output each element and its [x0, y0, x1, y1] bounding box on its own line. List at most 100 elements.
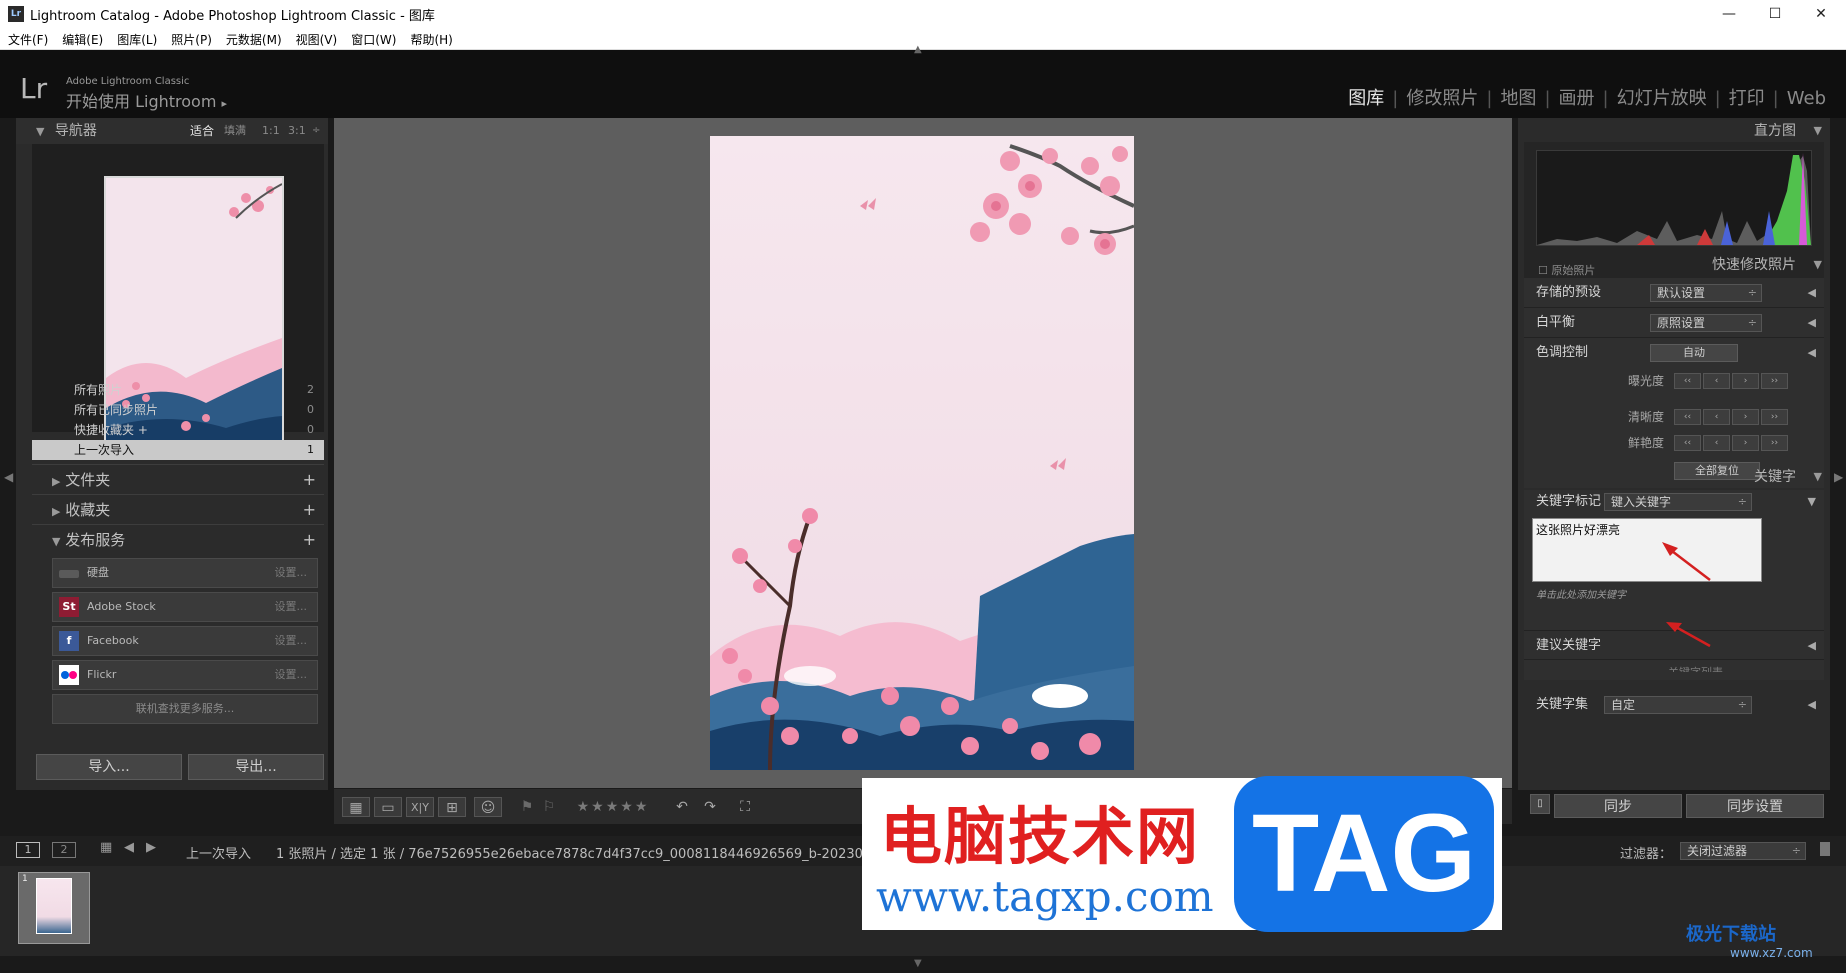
compare-view-icon[interactable]: X|Y — [406, 797, 434, 817]
back-arrow-icon[interactable]: ◀ — [124, 840, 134, 855]
exposure-stepper[interactable]: ‹‹ ‹ › ›› — [1674, 373, 1788, 389]
people-view-icon[interactable]: ☺ — [474, 797, 502, 817]
forward-arrow-icon[interactable]: ▶ — [146, 840, 156, 855]
menu-metadata[interactable]: 元数据(M) — [218, 28, 288, 48]
flag-pick-icon[interactable]: ⚑ — [518, 797, 536, 817]
zoom-1-1[interactable]: 1:1 — [262, 118, 280, 144]
minimize-button[interactable]: — — [1706, 0, 1752, 28]
zoom-fit[interactable]: 适合 — [190, 118, 214, 144]
keyword-set-row: 关键字集 自定 ◀ — [1524, 690, 1824, 720]
collapse-triangle-icon[interactable]: ▼ — [1808, 490, 1816, 514]
loupe-view-icon[interactable]: ▭ — [374, 797, 402, 817]
keyword-tags-mode-dropdown[interactable]: 键入关键字 — [1604, 493, 1752, 511]
module-slideshow[interactable]: 幻灯片放映 — [1609, 88, 1715, 109]
keyword-set-dropdown[interactable]: 自定 — [1604, 696, 1752, 714]
grid-icon[interactable]: ▦ — [100, 840, 112, 855]
menu-edit[interactable]: 编辑(E) — [54, 28, 109, 48]
collapse-top-icon[interactable]: ▲ — [914, 44, 922, 55]
menu-library[interactable]: 图库(L) — [109, 28, 163, 48]
zoom-more-icon[interactable]: ÷ — [312, 118, 320, 144]
module-web[interactable]: Web — [1779, 88, 1834, 109]
publish-facebook[interactable]: f Facebook 设置... — [52, 626, 318, 656]
watermark-url: www.tagxp.com — [876, 872, 1214, 921]
expand-icon[interactable]: ◀ — [1808, 338, 1816, 368]
loupe-view[interactable] — [334, 118, 1512, 788]
module-print[interactable]: 打印 — [1721, 88, 1773, 109]
rotate-right-icon[interactable]: ↷ — [698, 797, 722, 817]
filter-lock-icon[interactable] — [1820, 842, 1830, 856]
flag-reject-icon[interactable]: ⚐ — [540, 797, 558, 817]
survey-view-icon[interactable]: ⊞ — [438, 797, 466, 817]
publish-flickr[interactable]: Flickr 设置... — [52, 660, 318, 690]
left-panel: ▼ 导航器 适合 填满 1:1 3:1 ÷ 所有照片 2 所有已同步照片 0 快捷收… — [16, 118, 328, 790]
catalog-all-photos[interactable]: 所有照片 2 — [32, 380, 324, 400]
maximize-button[interactable]: ☐ — [1752, 0, 1798, 28]
saved-preset-row: 存储的预设 默认设置 ◀ — [1524, 278, 1824, 308]
lightroom-app-icon: Lr — [8, 6, 24, 22]
add-publish-icon[interactable]: + — [303, 525, 316, 555]
saved-preset-dropdown[interactable]: 默认设置 — [1650, 284, 1762, 302]
menu-help[interactable]: 帮助(H) — [402, 28, 458, 48]
zoom-fill[interactable]: 填满 — [224, 118, 246, 144]
star-rating[interactable]: ★★★★★ — [570, 797, 656, 817]
page-1-button[interactable]: 1 — [16, 842, 40, 858]
close-button[interactable]: ✕ — [1798, 0, 1844, 28]
module-map[interactable]: 地图 — [1492, 88, 1544, 109]
expand-icon[interactable]: ◀ — [1808, 690, 1816, 720]
sync-settings-button[interactable]: 同步设置 — [1686, 794, 1824, 818]
menu-view[interactable]: 视图(V) — [288, 28, 344, 48]
menu-photo[interactable]: 照片(P) — [163, 28, 218, 48]
keywording-header[interactable]: 关键字 ▼ — [1518, 464, 1830, 490]
import-button[interactable]: 导入... — [36, 754, 182, 780]
add-keyword-hint[interactable]: 单击此处添加关键字 — [1536, 586, 1626, 601]
add-folder-icon[interactable]: + — [303, 465, 316, 495]
expand-icon[interactable]: ◀ — [1808, 308, 1816, 338]
identity-getting-started[interactable]: 开始使用 Lightroom ▸ — [66, 88, 227, 112]
catalog-previous-import[interactable]: 上一次导入 1 — [32, 440, 324, 460]
folders-header[interactable]: ▶ 文件夹 + — [32, 464, 324, 494]
collapse-left-icon[interactable]: ◀ — [4, 470, 13, 484]
publish-adobe-stock[interactable]: St Adobe Stock 设置... — [52, 592, 318, 622]
publish-services-header[interactable]: ▼ 发布服务 + — [32, 524, 324, 554]
publish-hard-drive[interactable]: 硬盘 设置... — [52, 558, 318, 588]
clarity-stepper[interactable]: ‹‹ ‹ › ›› — [1674, 409, 1788, 425]
collapse-bottom-icon[interactable]: ▼ — [914, 958, 922, 969]
cherry-blossom-image — [710, 136, 1135, 771]
expand-icon[interactable]: ◀ — [1808, 278, 1816, 308]
collapse-right-icon[interactable]: ▶ — [1834, 470, 1843, 484]
vibrance-stepper[interactable]: ‹‹ ‹ › ›› — [1674, 435, 1788, 451]
filter-dropdown[interactable]: 关闭过滤器 — [1680, 842, 1806, 860]
filmstrip-source[interactable]: 上一次导入 — [186, 843, 251, 862]
facebook-icon: f — [59, 631, 79, 651]
catalog-all-synced[interactable]: 所有已同步照片 0 — [32, 400, 324, 420]
export-button[interactable]: 导出... — [188, 754, 324, 780]
quick-develop-header[interactable]: 快速修改照片 ▼ — [1518, 252, 1830, 278]
rotate-left-icon[interactable]: ↶ — [670, 797, 694, 817]
histogram-header[interactable]: 直方图 ▼ — [1518, 118, 1830, 144]
find-more-services-button[interactable]: 联机查找更多服务... — [52, 694, 318, 724]
folders-section: ▶ 文件夹 + ▶ 收藏夹 + ▼ 发布服务 + 硬盘 设置... St Adobe S… — [32, 464, 324, 724]
module-develop[interactable]: 修改照片 — [1398, 88, 1486, 109]
filmstrip-thumbnail[interactable]: 1 — [18, 872, 90, 944]
menu-window[interactable]: 窗口(W) — [343, 28, 402, 48]
catalog-quick-collection[interactable]: 快捷收藏夹 +0 — [32, 420, 324, 440]
module-book[interactable]: 画册 — [1551, 88, 1603, 109]
crop-overlay-icon[interactable]: ⛶ — [732, 797, 758, 817]
white-balance-dropdown[interactable]: 原照设置 — [1650, 314, 1762, 332]
menu-file[interactable]: 文件(F) — [0, 28, 54, 48]
sync-switch[interactable]: ▯ — [1530, 794, 1550, 814]
keyword-list-header-partial[interactable]: 关键字列表 — [1668, 664, 1828, 672]
watermark-tag-logo: TAG — [1234, 776, 1494, 932]
collections-header[interactable]: ▶ 收藏夹 + — [32, 494, 324, 524]
auto-tone-button[interactable]: 自动 — [1650, 344, 1738, 362]
navigator-header[interactable]: ▼ 导航器 适合 填满 1:1 3:1 ÷ — [16, 118, 328, 144]
grid-view-icon[interactable]: ▦ — [342, 797, 370, 817]
add-collection-icon[interactable]: + — [303, 495, 316, 525]
zoom-3-1[interactable]: 3:1 — [288, 118, 306, 144]
module-library[interactable]: 图库 — [1340, 88, 1392, 109]
thumbnail-image — [36, 878, 72, 934]
page-2-button[interactable]: 2 — [52, 842, 76, 858]
play-arrow-icon: ▸ — [221, 97, 228, 110]
module-picker: 图库 | 修改照片 | 地图 | 画册 | 幻灯片放映 | 打印 | Web — [1340, 84, 1834, 110]
sync-button[interactable]: 同步 — [1554, 794, 1682, 818]
